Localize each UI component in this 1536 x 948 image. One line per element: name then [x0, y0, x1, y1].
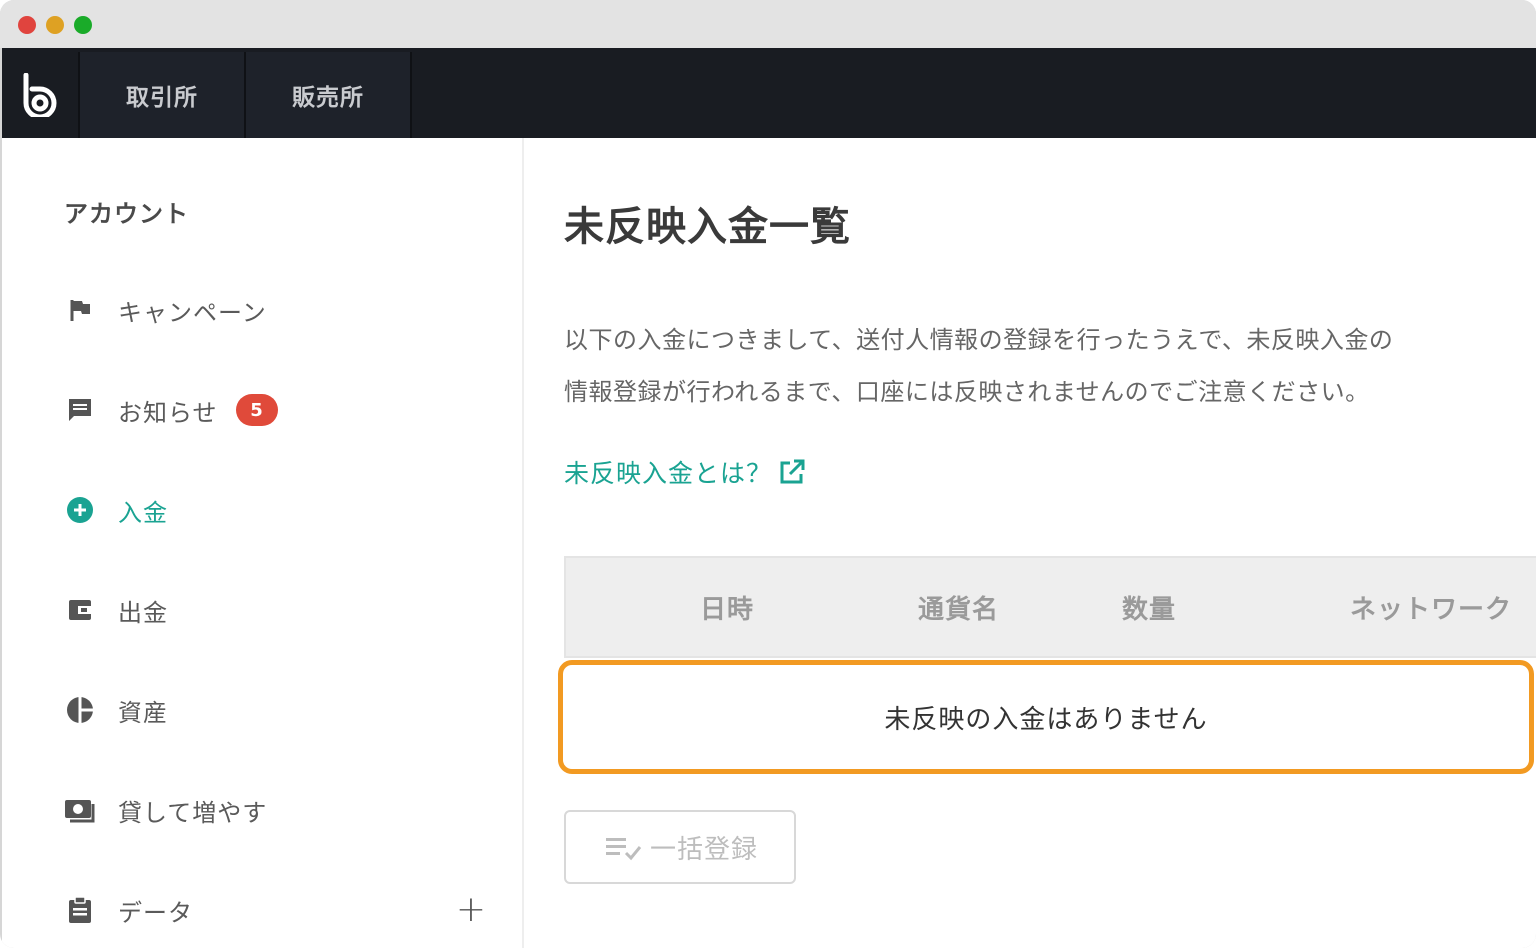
- help-link[interactable]: 未反映入金とは？: [564, 454, 806, 490]
- sidebar: アカウント キャンペーン お知らせ 5 入金 出金 資産 貸して増やす データ …: [2, 138, 524, 948]
- tab-exchange[interactable]: 取引所: [78, 52, 244, 138]
- main-content: 未反映入金一覧 以下の入金につきまして、送付人情報の登録を行ったうえで、未反映入…: [524, 138, 1536, 948]
- column-header-datetime[interactable]: 日時: [700, 558, 754, 656]
- sidebar-item-label: データ: [118, 898, 193, 927]
- sidebar-item-label: 貸して増やす: [118, 798, 268, 827]
- top-navigation: 取引所 販売所: [2, 48, 1536, 138]
- checklist-icon: [602, 832, 644, 862]
- expand-icon[interactable]: +: [456, 890, 486, 930]
- app-window: 取引所 販売所 アカウント キャンペーン お知らせ 5 入金 出金 資産 貸して…: [0, 0, 1536, 948]
- empty-table-message: 未反映の入金はありません: [558, 660, 1534, 774]
- logo-icon: [23, 73, 57, 117]
- tab-sales[interactable]: 販売所: [244, 52, 412, 138]
- description-line-2: 情報登録が行われるまで、口座には反映されませんのでご注意ください。: [564, 378, 1370, 406]
- column-header-amount[interactable]: 数量: [1122, 558, 1176, 656]
- description-line-1: 以下の入金につきまして、送付人情報の登録を行ったうえで、未反映入金の: [564, 326, 1394, 354]
- minimize-window-button[interactable]: [46, 16, 64, 34]
- sidebar-item-deposit[interactable]: 入金: [64, 490, 504, 530]
- plus-circle-icon: [64, 494, 96, 526]
- sidebar-item-label: お知らせ: [118, 398, 218, 427]
- message-icon: [64, 394, 96, 426]
- page-description: 以下の入金につきまして、送付人情報の登録を行ったうえで、未反映入金の 情報登録が…: [564, 314, 1536, 418]
- bulk-register-label: 一括登録: [649, 834, 758, 865]
- sidebar-item-assets[interactable]: 資産: [64, 690, 504, 730]
- notification-badge: 5: [235, 394, 278, 426]
- sidebar-item-lending[interactable]: 貸して増やす: [64, 790, 504, 830]
- clipboard-icon: [64, 894, 96, 926]
- sidebar-item-label: 出金: [118, 598, 168, 627]
- column-header-currency[interactable]: 通貨名: [918, 558, 999, 656]
- close-window-button[interactable]: [18, 16, 36, 34]
- cash-icon: [64, 794, 96, 826]
- sidebar-item-notices[interactable]: お知らせ 5: [64, 390, 504, 430]
- wallet-icon: [64, 594, 96, 626]
- flag-icon: [64, 294, 96, 326]
- help-link-label: 未反映入金とは？: [564, 459, 773, 488]
- sidebar-item-label: 入金: [118, 498, 168, 527]
- title-bar: [0, 0, 1536, 48]
- sidebar-item-data[interactable]: データ +: [64, 890, 504, 930]
- page-title: 未反映入金一覧: [564, 204, 851, 250]
- sidebar-item-label: キャンペーン: [118, 298, 267, 327]
- sidebar-heading: アカウント: [64, 200, 189, 228]
- sidebar-item-withdraw[interactable]: 出金: [64, 590, 504, 630]
- logo[interactable]: [2, 52, 78, 138]
- bulk-register-button[interactable]: 一括登録: [564, 810, 796, 884]
- table-header: 日時 通貨名 数量 ネットワーク: [564, 556, 1536, 658]
- pie-chart-icon: [64, 694, 96, 726]
- sidebar-item-label: 資産: [118, 698, 168, 727]
- external-link-icon: [778, 458, 806, 486]
- sidebar-item-campaign[interactable]: キャンペーン: [64, 290, 504, 330]
- column-header-network[interactable]: ネットワーク: [1350, 558, 1512, 656]
- maximize-window-button[interactable]: [74, 16, 92, 34]
